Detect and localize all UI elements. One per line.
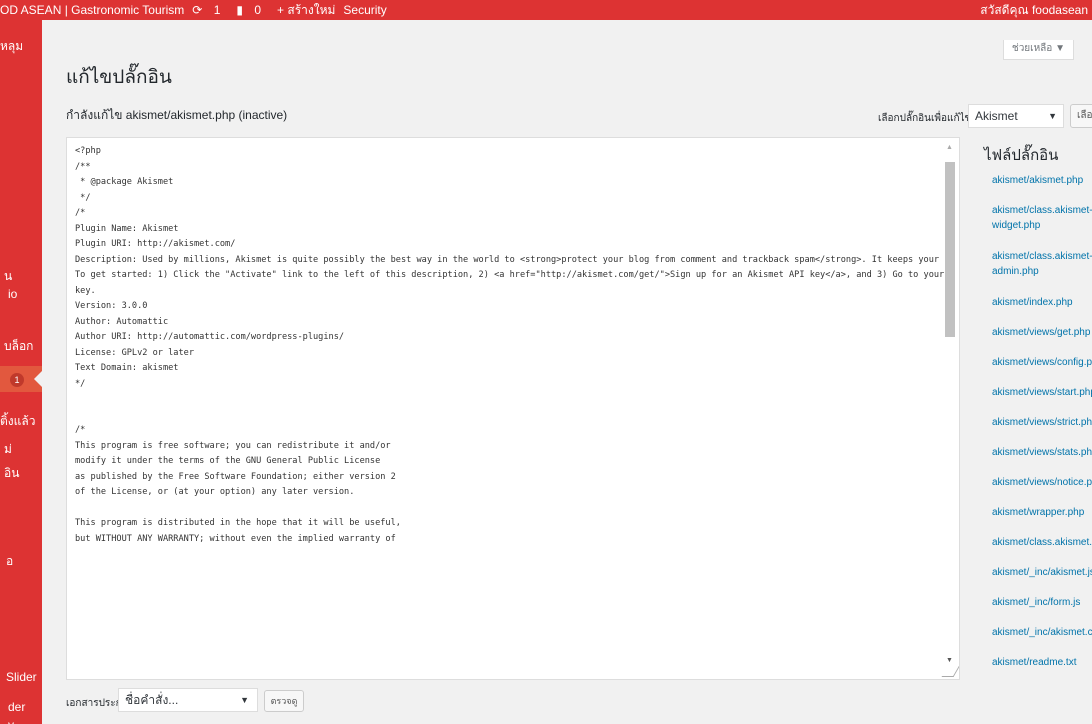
sidebar-item-2[interactable]: น: [0, 267, 42, 286]
plugin-file-link[interactable]: akismet/class.akismet.php: [992, 535, 1092, 550]
sidebar-item-editor[interactable]: อิน: [0, 464, 42, 483]
scroll-up-icon[interactable]: ▲: [946, 144, 953, 151]
security-link[interactable]: Security: [343, 0, 386, 20]
updates-link[interactable]: ⟳ 1: [192, 0, 228, 20]
code-line: * @package Akismet: [75, 177, 174, 187]
comments-count: 0: [254, 3, 262, 17]
code-line: Author: Automattic: [75, 316, 169, 327]
plugin-file-link[interactable]: akismet/_inc/form.js: [992, 595, 1092, 610]
plugin-file-link[interactable]: akismet/views/config.php: [992, 355, 1092, 370]
site-name-link[interactable]: OD ASEAN | Gastronomic Tourism: [0, 0, 184, 20]
user-account-link[interactable]: สวัสดีคุณ foodasean: [980, 0, 1088, 20]
comment-icon: ▮: [236, 3, 243, 17]
code-line: To get started: 1) Click the "Activate" …: [75, 270, 945, 280]
comments-link[interactable]: ▮ 0: [236, 0, 269, 20]
scroll-down-icon[interactable]: ▼: [946, 657, 953, 664]
plugin-file-link[interactable]: akismet/views/stats.php: [992, 445, 1092, 460]
plugin-file-link[interactable]: akismet/_inc/akismet.css: [992, 625, 1092, 640]
plugin-file-link[interactable]: akismet/views/start.php: [992, 385, 1092, 400]
code-line: key.: [75, 285, 96, 296]
documentation-select[interactable]: ชื่อคำสั่ง... ▼: [118, 688, 258, 712]
plugin-file-link[interactable]: akismet/views/strict.php: [992, 415, 1092, 430]
sidebar-item-3[interactable]: io: [0, 287, 42, 301]
code-line: as published by the Free Software Founda…: [75, 471, 396, 482]
scrollbar-thumb[interactable]: [945, 162, 955, 337]
plugin-select-value: Akismet: [975, 109, 1018, 123]
code-line: Plugin URI: http://akismet.com/: [75, 239, 236, 249]
select-plugin-button[interactable]: เลือก: [1070, 104, 1092, 128]
sidebar-item-installed[interactable]: ติ้งแล้ว: [0, 412, 42, 431]
editing-file-label: กำลังแก้ไข akismet/akismet.php (inactive…: [66, 108, 288, 122]
code-editor[interactable]: <?php /** * @package Akismet */ /* Plugin N…: [66, 137, 960, 680]
admin-bar: OD ASEAN | Gastronomic Tourism ⟳ 1 ▮ 0 +…: [0, 0, 1092, 20]
sidebar-item-9[interactable]: อ: [0, 552, 42, 571]
code-line: This program is free software; you can r…: [75, 440, 391, 451]
admin-sidebar: หลุม น io บล็อก 1 ติ้งแล้ว ม่ อิน อ Slid…: [0, 20, 42, 724]
updates-icon: ⟳: [192, 3, 203, 17]
code-line: */: [75, 378, 86, 389]
code-line: Description: Used by millions, Akismet i…: [75, 254, 945, 265]
code-line: modify it under the terms of the GNU Gen…: [75, 456, 381, 466]
plugin-files-heading: ไฟล์ปลั๊กอิน: [984, 147, 1059, 164]
code-line: Plugin Name: Akismet: [75, 223, 179, 234]
plugin-file-link[interactable]: akismet/wrapper.php: [992, 505, 1092, 520]
plugin-select[interactable]: Akismet ▼: [968, 104, 1064, 128]
code-line: Author URI: http://automattic.com/wordpr…: [75, 332, 345, 342]
code-line: Version: 3.0.0: [75, 301, 148, 311]
plugin-file-link[interactable]: akismet/_inc/akismet.js: [992, 565, 1092, 580]
code-line: License: GPLv2 or later: [75, 347, 194, 358]
plugin-file-link[interactable]: akismet/class.akismet- widget.php: [992, 203, 1092, 233]
help-tab[interactable]: ช่วยเหลือ ▼: [1002, 40, 1074, 60]
sidebar-item-slider[interactable]: Slider: [0, 670, 42, 684]
plugin-file-link[interactable]: akismet/readme.txt: [992, 655, 1092, 670]
plugin-file-link[interactable]: akismet/index.php: [992, 295, 1092, 310]
sidebar-item-11[interactable]: der: [0, 700, 42, 714]
code-line: This program is distributed in the hope …: [75, 518, 401, 528]
code-line: */: [75, 192, 91, 203]
sidebar-item-plugins[interactable]: 1: [0, 366, 42, 392]
code-line: of the License, or (at your option) any …: [75, 487, 355, 497]
lookup-button[interactable]: ตรวจดู: [264, 690, 304, 712]
new-content-link[interactable]: + สร้างใหม่: [277, 0, 335, 20]
code-line: /*: [75, 208, 86, 218]
sidebar-item-1[interactable]: หลุม: [0, 37, 42, 56]
plugin-file-link[interactable]: akismet/views/get.php: [992, 325, 1092, 340]
documentation-select-value: ชื่อคำสั่ง...: [125, 693, 179, 707]
sidebar-item-add-new[interactable]: ม่: [0, 440, 42, 459]
active-menu-arrow: [34, 370, 42, 388]
chevron-down-icon: ▼: [1048, 111, 1057, 121]
plugin-file-link[interactable]: akismet/views/notice.php: [992, 475, 1092, 490]
code-content[interactable]: <?php /** * @package Akismet */ /* Plugin N…: [75, 144, 945, 547]
plugin-select-label: เลือกปลั๊กอินเพื่อแก้ไข:: [878, 113, 975, 124]
sidebar-item-12[interactable]: y: [0, 718, 42, 724]
plugins-update-badge: 1: [10, 373, 24, 387]
chevron-down-icon: ▼: [240, 695, 249, 705]
code-line: /**: [75, 161, 91, 172]
updates-count: 1: [213, 3, 221, 17]
plugin-file-link[interactable]: akismet/class.akismet- admin.php: [992, 249, 1092, 279]
resize-handle-icon[interactable]: [941, 665, 959, 677]
code-line: /*: [75, 425, 86, 435]
code-line: <?php: [75, 146, 101, 156]
page-title: แก้ไขปลั๊กอิน: [66, 67, 172, 88]
code-line: but WITHOUT ANY WARRANTY; without even t…: [75, 533, 396, 544]
plugin-file-link[interactable]: akismet/akismet.php: [992, 173, 1092, 188]
code-line: Text Domain: akismet: [75, 363, 179, 373]
editor-scrollbar[interactable]: ▲ ▼: [945, 142, 955, 664]
sidebar-item-4[interactable]: บล็อก: [0, 337, 42, 356]
